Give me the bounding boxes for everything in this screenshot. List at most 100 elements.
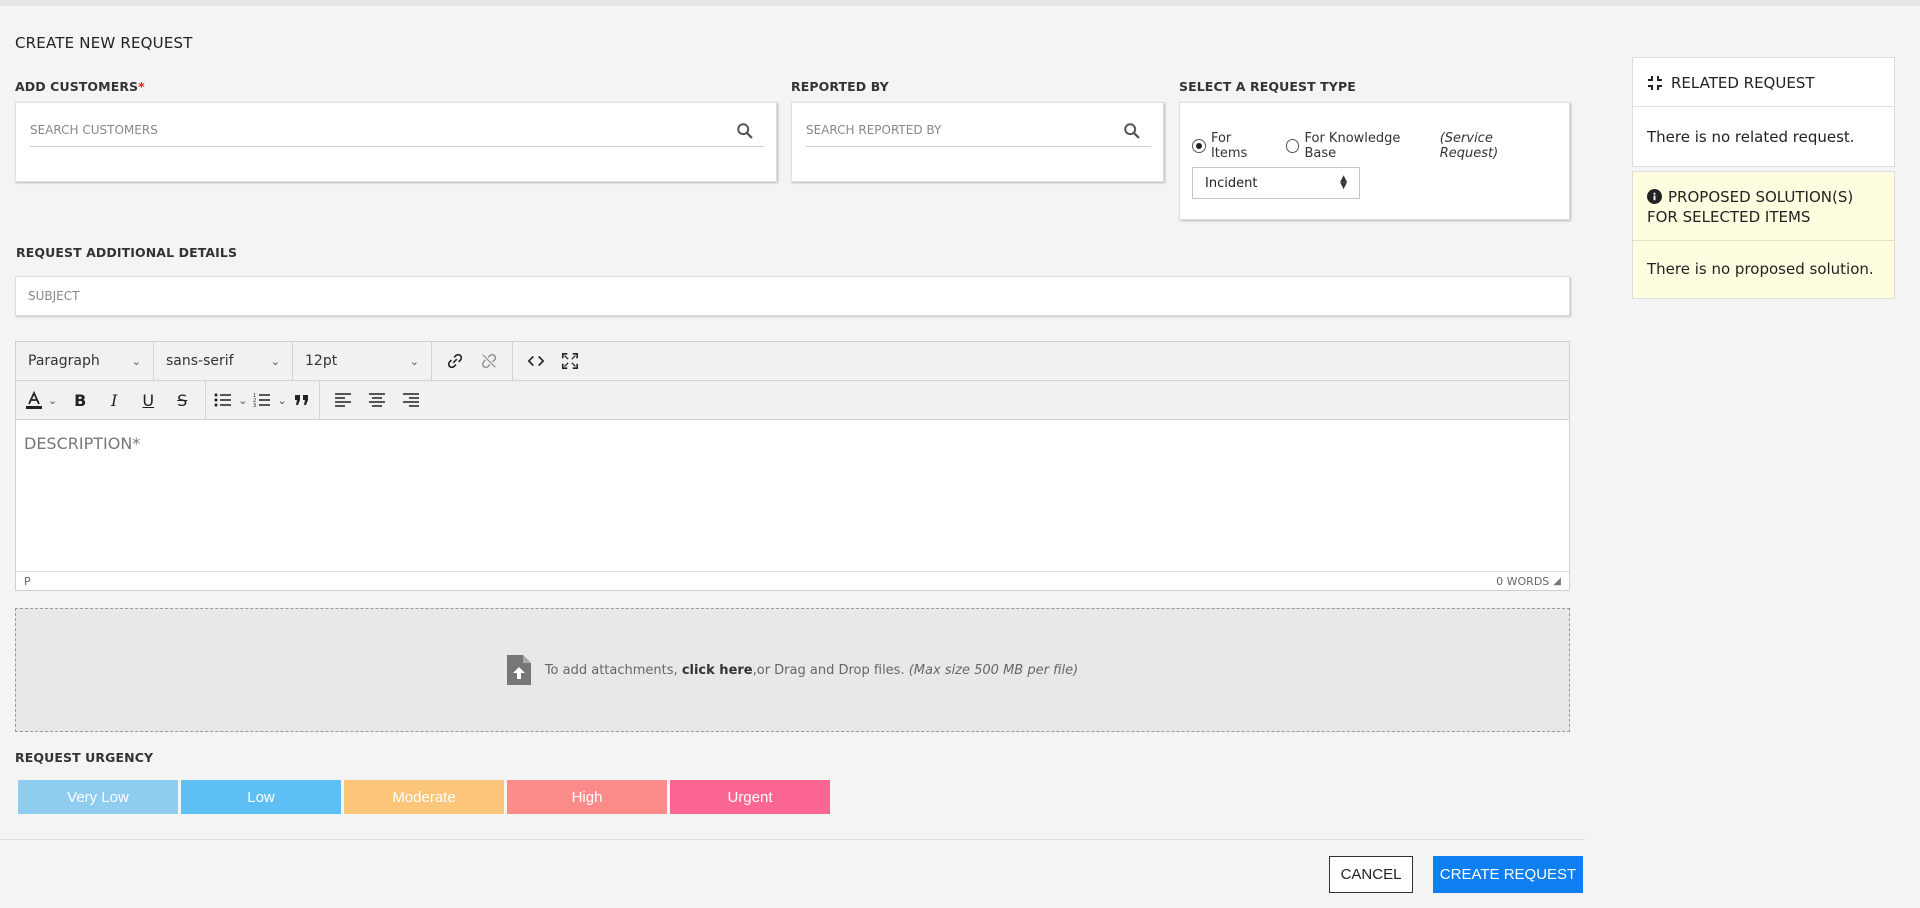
attachment-max-size: (Max size 500 MB per file) <box>908 662 1079 678</box>
chevron-down-icon[interactable]: ⌄ <box>277 394 286 407</box>
editor-status-bar: P 0 WORDS ◢ <box>16 571 1569 590</box>
additional-details-label: REQUEST ADDITIONAL DETAILS <box>16 245 238 260</box>
proposed-solution-header: PROPOSED SOLUTION(S) FOR SELECTED ITEMS <box>1632 171 1895 241</box>
block-format-select[interactable]: Paragraph ⌄ <box>16 341 154 381</box>
font-size-select[interactable]: 12pt ⌄ <box>293 341 432 381</box>
strikethrough-button[interactable]: S <box>165 384 199 416</box>
align-group <box>320 381 434 420</box>
related-request-body: There is no related request. <box>1632 107 1895 167</box>
sort-arrows-icon: ▲ ▼ <box>1340 174 1347 191</box>
radio-button-checked[interactable] <box>1192 139 1206 153</box>
create-request-button[interactable]: CREATE REQUEST <box>1433 856 1583 893</box>
request-type-select[interactable]: Incident ▲ ▼ <box>1192 167 1360 199</box>
proposed-title-line2: FOR SELECTED ITEMS <box>1647 208 1811 226</box>
strikethrough-icon: S <box>177 390 188 410</box>
view-group <box>513 342 593 381</box>
request-type-label: SELECT A REQUEST TYPE <box>1179 79 1356 94</box>
description-placeholder: DESCRIPTION* <box>24 434 141 453</box>
bold-button[interactable]: B <box>63 384 97 416</box>
subject-field-wrap <box>15 276 1570 316</box>
file-upload-icon <box>506 655 531 685</box>
align-right-icon <box>402 393 419 407</box>
italic-icon: I <box>111 390 118 410</box>
insert-link-button[interactable] <box>438 345 472 377</box>
info-icon <box>1647 189 1662 204</box>
reported-by-label: REPORTED BY <box>791 79 889 94</box>
radio-for-kb-note: (Service Request) <box>1439 131 1499 161</box>
proposed-solution-title: PROPOSED SOLUTION(S) FOR SELECTED ITEMS <box>1633 172 1894 242</box>
text-color-button[interactable] <box>22 384 46 416</box>
attachment-dropzone[interactable]: To add attachments, click here,or Drag a… <box>15 608 1570 732</box>
add-customers-label: ADD CUSTOMERS* <box>15 79 145 94</box>
word-count-wrap: 0 WORDS ◢ <box>1496 575 1561 588</box>
radio-for-items-label: For Items <box>1210 131 1248 161</box>
align-center-button[interactable] <box>360 384 394 416</box>
related-request-title-text: RELATED REQUEST <box>1671 74 1815 92</box>
chevron-down-icon[interactable]: ⌄ <box>238 394 247 407</box>
blockquote-button[interactable] <box>291 384 313 416</box>
quote-icon <box>294 395 308 405</box>
customers-search <box>30 115 764 147</box>
request-type-value: Incident <box>1205 175 1258 191</box>
underline-icon: U <box>142 390 155 410</box>
font-size-value: 12pt <box>305 353 338 369</box>
related-request-title: RELATED REQUEST <box>1633 58 1894 108</box>
request-type-radios: For Items For Knowledge Base (Service Re… <box>1192 131 1569 161</box>
footer-divider <box>0 839 1585 840</box>
fullscreen-button[interactable] <box>553 345 587 377</box>
bullet-list-icon <box>214 393 232 407</box>
radio-for-knowledge-base[interactable]: For Knowledge Base (Service Request) <box>1285 131 1555 161</box>
proposed-solution-text: There is no proposed solution. <box>1647 260 1874 278</box>
italic-button[interactable]: I <box>97 384 131 416</box>
font-family-select[interactable]: sans-serif ⌄ <box>154 341 293 381</box>
source-code-button[interactable] <box>519 345 553 377</box>
unlink-icon <box>481 353 497 369</box>
numbered-list-icon: 123 <box>253 393 271 408</box>
description-body[interactable]: DESCRIPTION* <box>16 422 1569 572</box>
chevron-down-icon[interactable]: ⌄ <box>48 394 57 407</box>
search-icon[interactable] <box>1123 122 1141 140</box>
chevron-down-icon: ⌄ <box>409 354 419 368</box>
font-family-value: sans-serif <box>166 353 234 369</box>
reported-by-card <box>791 102 1164 182</box>
numbered-list-button[interactable]: 123 <box>251 384 273 416</box>
align-left-button[interactable] <box>326 384 360 416</box>
attachment-instructions: To add attachments, click here,or Drag a… <box>545 663 1078 678</box>
search-reported-by-input[interactable] <box>806 115 1117 145</box>
link-icon <box>447 353 463 369</box>
element-path[interactable]: P <box>24 575 31 588</box>
compress-icon[interactable] <box>1647 75 1663 91</box>
format-group: ⌄ B I U S <box>16 380 207 420</box>
align-left-icon <box>334 393 351 407</box>
align-right-button[interactable] <box>394 384 428 416</box>
description-editor: Paragraph ⌄ sans-serif ⌄ 12pt ⌄ ⌄ B I U … <box>15 341 1570 591</box>
urgency-low-button[interactable]: Low <box>181 780 341 814</box>
subject-input[interactable] <box>16 277 1569 315</box>
urgency-urgent-button[interactable]: Urgent <box>670 780 830 814</box>
add-customers-label-text: ADD CUSTOMERS <box>15 79 139 94</box>
editor-toolbar-row-2: ⌄ B I U S ⌄ 123 ⌄ <box>16 380 1569 420</box>
attachment-text-after: ,or Drag and Drop files. <box>752 662 909 678</box>
word-count: 0 WORDS <box>1496 574 1550 588</box>
search-icon[interactable] <box>736 122 754 140</box>
top-bar <box>0 0 1920 6</box>
radio-for-kb-label: For Knowledge Base <box>1304 131 1401 161</box>
urgency-high-button[interactable]: High <box>507 780 667 814</box>
cancel-button[interactable]: CANCEL <box>1329 856 1413 893</box>
underline-button[interactable]: U <box>131 384 165 416</box>
radio-for-items[interactable]: For Items <box>1192 131 1272 161</box>
urgency-buttons: Very Low Low Moderate High Urgent <box>18 780 830 814</box>
proposed-title-line1: PROPOSED SOLUTION(S) <box>1668 188 1854 206</box>
related-request-text: There is no related request. <box>1647 128 1855 146</box>
resize-handle-icon[interactable]: ◢ <box>1553 576 1561 587</box>
remove-link-button[interactable] <box>472 345 506 377</box>
link-group <box>432 341 513 381</box>
attachment-click-here-link[interactable]: click here <box>682 663 753 678</box>
chevron-down-icon: ⌄ <box>270 354 280 368</box>
urgency-very-low-button[interactable]: Very Low <box>18 780 178 814</box>
radio-button[interactable] <box>1285 139 1300 153</box>
search-customers-input[interactable] <box>30 115 691 145</box>
related-request-header: RELATED REQUEST <box>1632 57 1895 107</box>
bullet-list-button[interactable] <box>212 384 234 416</box>
urgency-moderate-button[interactable]: Moderate <box>344 780 504 814</box>
